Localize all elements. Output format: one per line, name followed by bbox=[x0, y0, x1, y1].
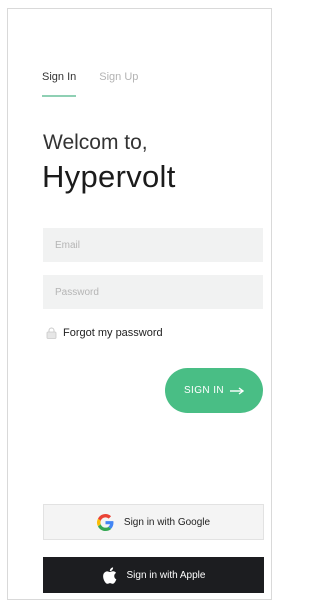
apple-icon bbox=[102, 566, 116, 584]
forgot-password-label: Forgot my password bbox=[63, 327, 163, 339]
apple-sign-in-label: Sign in with Apple bbox=[126, 569, 206, 581]
google-sign-in-label: Sign in with Google bbox=[123, 516, 211, 528]
sign-in-screen: Sign In Sign Up Welcom to, Hypervolt For… bbox=[7, 8, 272, 600]
tab-sign-in[interactable]: Sign In bbox=[42, 71, 77, 97]
forgot-password-link[interactable]: Forgot my password bbox=[46, 327, 163, 339]
sign-in-button[interactable]: SIGN IN bbox=[165, 368, 263, 413]
apple-sign-in-button[interactable]: Sign in with Apple bbox=[43, 557, 264, 593]
sign-in-label: SIGN IN bbox=[183, 385, 225, 396]
tab-sign-up[interactable]: Sign Up bbox=[99, 71, 138, 97]
arrow-right-icon bbox=[230, 386, 245, 395]
email-field[interactable] bbox=[43, 228, 263, 262]
welcome-text: Welcom to, bbox=[43, 131, 148, 154]
google-sign-in-button[interactable]: Sign in with Google bbox=[43, 504, 264, 540]
password-field[interactable] bbox=[43, 275, 263, 309]
brand-title: Hypervolt bbox=[42, 159, 176, 194]
google-icon bbox=[96, 513, 114, 531]
lock-icon bbox=[46, 327, 57, 339]
auth-tabs: Sign In Sign Up bbox=[42, 71, 161, 97]
